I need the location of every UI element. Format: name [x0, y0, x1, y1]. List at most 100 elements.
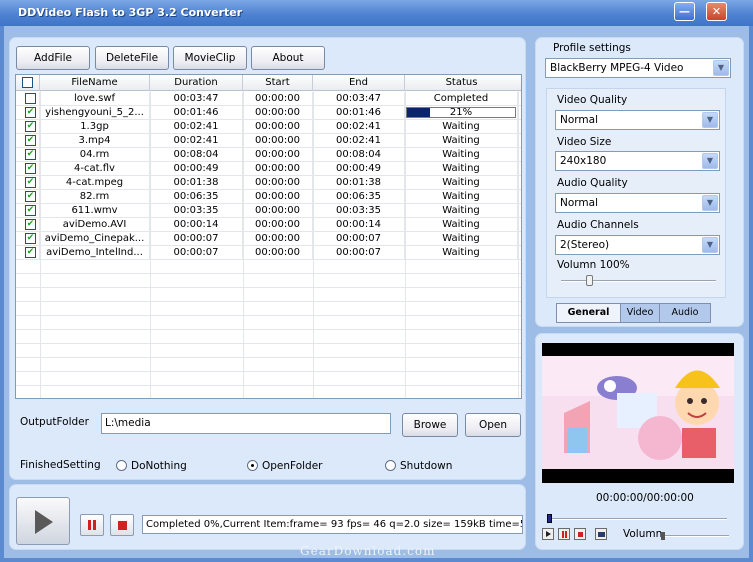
row-checkbox[interactable]: ✔ — [25, 191, 36, 202]
cell-status: 21% — [405, 106, 518, 120]
preview-pause-button[interactable] — [558, 528, 570, 540]
chevron-down-icon[interactable]: ▼ — [702, 112, 718, 128]
cell-duration: 00:06:35 — [150, 190, 243, 204]
pause-button[interactable] — [80, 514, 104, 536]
status-text: Completed 0%,Current Item:frame= 93 fps=… — [142, 515, 523, 534]
row-checkbox[interactable]: ✔ — [25, 247, 36, 258]
cell-start: 00:00:00 — [243, 120, 313, 134]
header-duration[interactable]: Duration — [150, 75, 243, 91]
play-icon — [35, 510, 53, 534]
do-nothing-label[interactable]: DoNothing — [131, 460, 187, 472]
movie-clip-button[interactable]: MovieClip — [173, 46, 247, 70]
cell-name: aviDemo.AVI — [40, 218, 150, 232]
table-row[interactable]: ✔ 4-cat.flv 00:00:49 00:00:00 00:00:49 Waitin… — [16, 162, 521, 176]
row-checkbox[interactable]: ✔ — [25, 219, 36, 230]
cell-duration: 00:02:41 — [150, 120, 243, 134]
cell-duration: 00:01:38 — [150, 176, 243, 190]
preview-volume-track[interactable] — [663, 535, 729, 537]
header-status[interactable]: Status — [405, 75, 518, 91]
tab-video[interactable]: Video — [620, 303, 660, 323]
cell-name: 04.rm — [40, 148, 150, 162]
pause-icon — [88, 520, 91, 530]
video-quality-select[interactable]: Normal ▼ — [555, 110, 720, 130]
table-row[interactable]: ✔ 611.wmv 00:03:35 00:00:00 00:03:35 Waiting — [16, 204, 521, 218]
audio-channels-label: Audio Channels — [557, 219, 639, 231]
row-checkbox[interactable]: ✔ — [25, 107, 36, 118]
profile-select[interactable]: BlackBerry MPEG-4 Video ▼ — [545, 58, 731, 78]
open-folder-label[interactable]: OpenFolder — [262, 460, 323, 472]
row-checkbox-cell: ✔ — [16, 246, 40, 260]
table-row[interactable]: love.swf 00:03:47 00:00:00 00:03:47 Complete… — [16, 92, 521, 106]
table-row[interactable]: ✔ 4-cat.mpeg 00:01:38 00:00:00 00:01:38 Waiti… — [16, 176, 521, 190]
table-row[interactable]: ✔ aviDemo.AVI 00:00:14 00:00:00 00:00:14 Wait… — [16, 218, 521, 232]
shutdown-radio[interactable] — [385, 460, 396, 471]
row-checkbox[interactable]: ✔ — [25, 149, 36, 160]
cell-start: 00:00:00 — [243, 232, 313, 246]
chevron-down-icon[interactable]: ▼ — [713, 60, 729, 76]
table-row[interactable]: ✔ aviDemo_Cinepak... 00:00:07 00:00:00 00:00… — [16, 232, 521, 246]
video-size-value: 240x180 — [560, 155, 607, 167]
grid-line — [16, 371, 521, 372]
row-checkbox-cell — [16, 92, 40, 106]
volume-slider-thumb[interactable] — [586, 275, 593, 286]
do-nothing-radio[interactable] — [116, 460, 127, 471]
cell-end: 00:02:41 — [313, 134, 405, 148]
row-checkbox[interactable]: ✔ — [25, 121, 36, 132]
open-folder-radio[interactable] — [247, 460, 258, 471]
cell-name: aviDemo_Cinepak... — [40, 232, 150, 246]
table-row[interactable]: ✔ 82.rm 00:06:35 00:00:00 00:06:35 Waiting — [16, 190, 521, 204]
table-row[interactable]: ✔ yishengyouni_5_2... 00:01:46 00:00:00 00:0… — [16, 106, 521, 120]
row-checkbox[interactable] — [25, 93, 36, 104]
header-select-all[interactable] — [16, 75, 40, 91]
add-file-button[interactable]: AddFile — [16, 46, 90, 70]
file-list-table[interactable]: FileName Duration Start End Status love.… — [15, 74, 522, 399]
delete-file-button[interactable]: DeleteFile — [95, 46, 169, 70]
header-filename[interactable]: FileName — [40, 75, 150, 91]
row-checkbox-cell: ✔ — [16, 218, 40, 232]
chevron-down-icon[interactable]: ▼ — [702, 195, 718, 211]
table-row[interactable]: ✔ 1.3gp 00:02:41 00:00:00 00:02:41 Waiting — [16, 120, 521, 134]
cell-name: 3.mp4 — [40, 134, 150, 148]
tab-general[interactable]: General — [556, 303, 621, 323]
row-checkbox-cell: ✔ — [16, 204, 40, 218]
table-row[interactable]: ✔ aviDemo_IntelInd... 00:00:07 00:00:00 00:0… — [16, 246, 521, 260]
row-checkbox[interactable]: ✔ — [25, 233, 36, 244]
cell-duration: 00:03:47 — [150, 92, 243, 106]
preview-play-button[interactable] — [542, 528, 554, 540]
preview-volume-thumb[interactable] — [661, 532, 665, 540]
snapshot-button[interactable] — [595, 528, 607, 540]
grid-line — [16, 343, 521, 344]
volume-slider-track[interactable] — [561, 280, 716, 282]
stop-button[interactable] — [110, 514, 134, 536]
chevron-down-icon[interactable]: ▼ — [702, 237, 718, 253]
browse-button[interactable]: Browe — [402, 413, 458, 437]
tab-audio[interactable]: Audio — [659, 303, 711, 323]
play-button[interactable] — [16, 497, 70, 545]
row-checkbox[interactable]: ✔ — [25, 205, 36, 216]
seek-slider-track[interactable] — [548, 518, 727, 520]
video-size-select[interactable]: 240x180 ▼ — [555, 151, 720, 171]
minimize-button[interactable]: — — [674, 2, 695, 21]
shutdown-label[interactable]: Shutdown — [400, 460, 452, 472]
audio-quality-select[interactable]: Normal ▼ — [555, 193, 720, 213]
close-button[interactable]: ✕ — [706, 2, 727, 21]
chevron-down-icon[interactable]: ▼ — [702, 153, 718, 169]
row-checkbox[interactable]: ✔ — [25, 177, 36, 188]
preview-volume-label: Volumn — [623, 528, 663, 540]
cell-start: 00:00:00 — [243, 190, 313, 204]
output-folder-input[interactable]: L:\media — [101, 413, 391, 434]
row-checkbox[interactable]: ✔ — [25, 135, 36, 146]
table-row[interactable]: ✔ 04.rm 00:08:04 00:00:00 00:08:04 Waiting — [16, 148, 521, 162]
preview-stop-button[interactable] — [574, 528, 586, 540]
select-all-checkbox[interactable] — [22, 77, 33, 88]
header-end[interactable]: End — [313, 75, 405, 91]
table-row[interactable]: ✔ 3.mp4 00:02:41 00:00:00 00:02:41 Waiting — [16, 134, 521, 148]
row-checkbox[interactable]: ✔ — [25, 163, 36, 174]
seek-slider-thumb[interactable] — [547, 514, 552, 523]
cell-duration: 00:03:35 — [150, 204, 243, 218]
header-start[interactable]: Start — [243, 75, 313, 91]
cell-status: Waiting — [405, 190, 518, 204]
audio-channels-select[interactable]: 2(Stereo) ▼ — [555, 235, 720, 255]
about-button[interactable]: About — [251, 46, 325, 70]
open-folder-button[interactable]: Open — [465, 413, 521, 437]
